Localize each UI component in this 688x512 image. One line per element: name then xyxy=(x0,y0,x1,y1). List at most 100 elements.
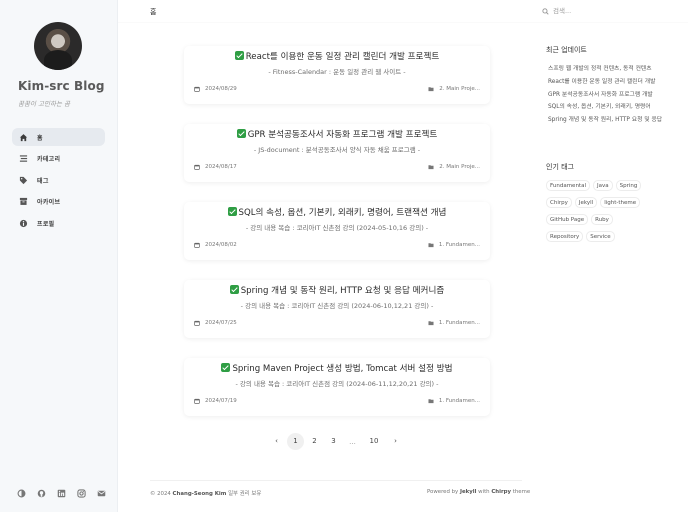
post-meta: 2024/07/19 1. Fundamen... xyxy=(194,398,480,404)
instagram-icon[interactable] xyxy=(76,488,86,498)
breadcrumb: 홈 xyxy=(150,8,157,16)
post-title[interactable]: SQL의 속성, 옵션, 기본키, 외래키, 명령어, 트랜잭션 개념 xyxy=(184,206,490,218)
tag-chirpy[interactable]: Chirpy xyxy=(546,197,572,208)
search-icon xyxy=(542,7,549,15)
tag-repository[interactable]: Repository xyxy=(546,231,584,242)
sidebar-nav: 홈 카테고리 태그 아카이브 프로필 xyxy=(12,128,105,236)
theme-toggle-icon[interactable] xyxy=(16,488,26,498)
page-number-3[interactable]: 3 xyxy=(325,433,342,450)
post-meta: 2024/08/02 1. Fundamen... xyxy=(194,242,480,248)
trending-tags-heading: 인기 태그 xyxy=(546,163,574,171)
sidebar-item-archives[interactable]: 아카이브 xyxy=(12,193,105,211)
post-card[interactable]: React를 이용한 운동 일정 관리 캘린더 개발 프로젝트 - Fitnes… xyxy=(184,46,490,104)
next-page-button[interactable]: › xyxy=(387,433,404,450)
sidebar-bottom-links xyxy=(16,488,106,498)
post-title[interactable]: GPR 분석공동조사서 자동화 프로그램 개발 프로젝트 xyxy=(184,128,490,140)
post-meta: 2024/08/17 2. Main Proje... xyxy=(194,164,480,170)
tag-jekyll[interactable]: Jekyll xyxy=(574,197,598,208)
check-mark-icon xyxy=(227,207,237,216)
home-icon xyxy=(19,133,28,141)
powered-by-label: Powered by xyxy=(427,489,459,495)
post-description: - 강의 내용 복습 : 코리아IT 신촌점 강의 (2024-06-11,12… xyxy=(235,380,439,388)
email-icon[interactable] xyxy=(96,488,106,498)
post-description: - JS-document : 분석공동조사서 양식 자동 채움 프로그램 - xyxy=(253,146,421,154)
recent-update-item[interactable]: 스프링 웹 개발의 정적 컨텐츠, 동적 컨텐츠 xyxy=(548,63,663,76)
folder-icon xyxy=(428,399,434,404)
footer-author-link[interactable]: Chang-Seong Kim xyxy=(173,491,227,497)
tag-github-page[interactable]: GitHub Page xyxy=(546,214,589,225)
recent-update-item[interactable]: SQL의 속성, 옵션, 기본키, 외래키, 명령어 xyxy=(548,101,663,114)
avatar[interactable] xyxy=(34,22,82,70)
folder-icon xyxy=(428,243,434,248)
recent-updates-list: 스프링 웹 개발의 정적 컨텐츠, 동적 컨텐츠 React를 이용한 운동 일… xyxy=(548,63,663,127)
post-title-text: SQL의 속성, 옵션, 기본키, 외래키, 명령어, 트랜잭션 개념 xyxy=(238,208,447,218)
info-icon xyxy=(19,219,28,227)
post-description: - 강의 내용 복습 : 코리아IT 신촌점 강의 (2024-06-10,12… xyxy=(240,302,434,310)
folder-icon xyxy=(428,321,434,326)
post-card[interactable]: SQL의 속성, 옵션, 기본키, 외래키, 명령어, 트랜잭션 개념 - 강의… xyxy=(184,202,490,260)
calendar-icon xyxy=(194,86,200,92)
recent-update-item[interactable]: React를 이용한 운동 일정 관리 캘린더 개발 xyxy=(548,76,663,89)
calendar-icon xyxy=(194,242,200,248)
post-category: 1. Fundamen... xyxy=(438,242,480,248)
page-number-last[interactable]: 10 xyxy=(363,433,385,450)
post-date: 2024/08/02 xyxy=(205,242,237,248)
recent-updates-heading: 최근 업데이트 xyxy=(546,46,587,54)
post-card[interactable]: Spring Maven Project 생성 방법, Tomcat 서버 설정… xyxy=(184,358,490,416)
sidebar-item-label: 태그 xyxy=(37,177,49,185)
pagination: ‹ 1 2 3 ... 10 › xyxy=(268,433,406,450)
sidebar-item-label: 프로필 xyxy=(37,220,55,228)
github-icon[interactable] xyxy=(36,488,46,498)
post-category: 1. Fundamen... xyxy=(438,398,480,404)
post-date: 2024/08/17 xyxy=(205,164,237,170)
tag-light-theme[interactable]: light-theme xyxy=(600,197,641,208)
tag-service[interactable]: Service xyxy=(586,231,615,242)
post-description: - Fitness-Calendar : 운동 일정 관리 웹 사이트 - xyxy=(268,68,406,76)
calendar-icon xyxy=(194,398,200,404)
recent-update-item[interactable]: GPR 분석공동조사서 자동화 프로그램 개발 xyxy=(548,89,663,102)
stream-icon xyxy=(19,155,28,162)
recent-update-item[interactable]: Spring 개념 및 동작 원리, HTTP 요청 및 응답 xyxy=(548,114,663,127)
post-card[interactable]: Spring 개념 및 동작 원리, HTTP 요청 및 응답 메커니즘 - 강… xyxy=(184,280,490,338)
search-input[interactable] xyxy=(553,7,619,15)
search-box[interactable] xyxy=(539,4,623,18)
sidebar-item-about[interactable]: 프로필 xyxy=(12,214,105,232)
page-number-2[interactable]: 2 xyxy=(306,433,323,450)
post-meta: 2024/08/29 2. Main Proje... xyxy=(194,86,480,92)
tag-fundamental[interactable]: Fundamental xyxy=(546,180,590,191)
sidebar-item-tags[interactable]: 태그 xyxy=(12,171,105,189)
tag-ruby[interactable]: Ruby xyxy=(591,214,613,225)
page-number-1[interactable]: 1 xyxy=(287,433,304,450)
post-category: 2. Main Proje... xyxy=(439,86,480,92)
trending-tags: Fundamental Java Spring Chirpy Jekyll li… xyxy=(546,180,656,248)
footer-divider xyxy=(150,480,522,481)
site-title[interactable]: Kim-src Blog xyxy=(18,79,105,93)
post-title[interactable]: Spring Maven Project 생성 방법, Tomcat 서버 설정… xyxy=(184,362,490,374)
prev-page-button[interactable]: ‹ xyxy=(268,433,285,450)
folder-icon xyxy=(428,165,434,170)
linkedin-icon[interactable] xyxy=(56,488,66,498)
tag-spring[interactable]: Spring xyxy=(615,180,642,191)
post-category: 1. Fundamen... xyxy=(438,320,480,326)
footer-powered-by: Powered by Jekyll with Chirpy theme xyxy=(427,489,530,495)
post-date: 2024/08/29 xyxy=(205,86,237,92)
post-title[interactable]: Spring 개념 및 동작 원리, HTTP 요청 및 응답 메커니즘 xyxy=(184,284,490,296)
post-card[interactable]: GPR 분석공동조사서 자동화 프로그램 개발 프로젝트 - JS-docume… xyxy=(184,124,490,182)
check-mark-icon xyxy=(221,363,231,372)
chirpy-link[interactable]: Chirpy xyxy=(491,489,511,495)
sidebar-item-categories[interactable]: 카테고리 xyxy=(12,150,105,168)
post-title[interactable]: React를 이용한 운동 일정 관리 캘린더 개발 프로젝트 xyxy=(184,50,490,62)
post-title-text: React를 이용한 운동 일정 관리 캘린더 개발 프로젝트 xyxy=(245,52,440,62)
check-mark-icon xyxy=(236,129,246,138)
archive-icon xyxy=(19,197,28,205)
jekyll-link[interactable]: Jekyll xyxy=(460,489,476,495)
post-date: 2024/07/19 xyxy=(205,398,237,404)
tags-icon xyxy=(19,176,28,184)
sidebar: Kim-src Blog 꿈꿈이 고민하는 곰 홈 카테고리 태그 아카이브 프… xyxy=(0,0,118,512)
sidebar-item-label: 카테고리 xyxy=(37,156,61,163)
with-label: with xyxy=(478,489,490,495)
footer-copyright: © 2024 Chang-Seong Kim 일부 권리 보유 xyxy=(150,489,261,497)
tag-java[interactable]: Java xyxy=(592,180,613,191)
theme-label: theme xyxy=(512,489,531,495)
sidebar-item-home[interactable]: 홈 xyxy=(12,128,105,146)
